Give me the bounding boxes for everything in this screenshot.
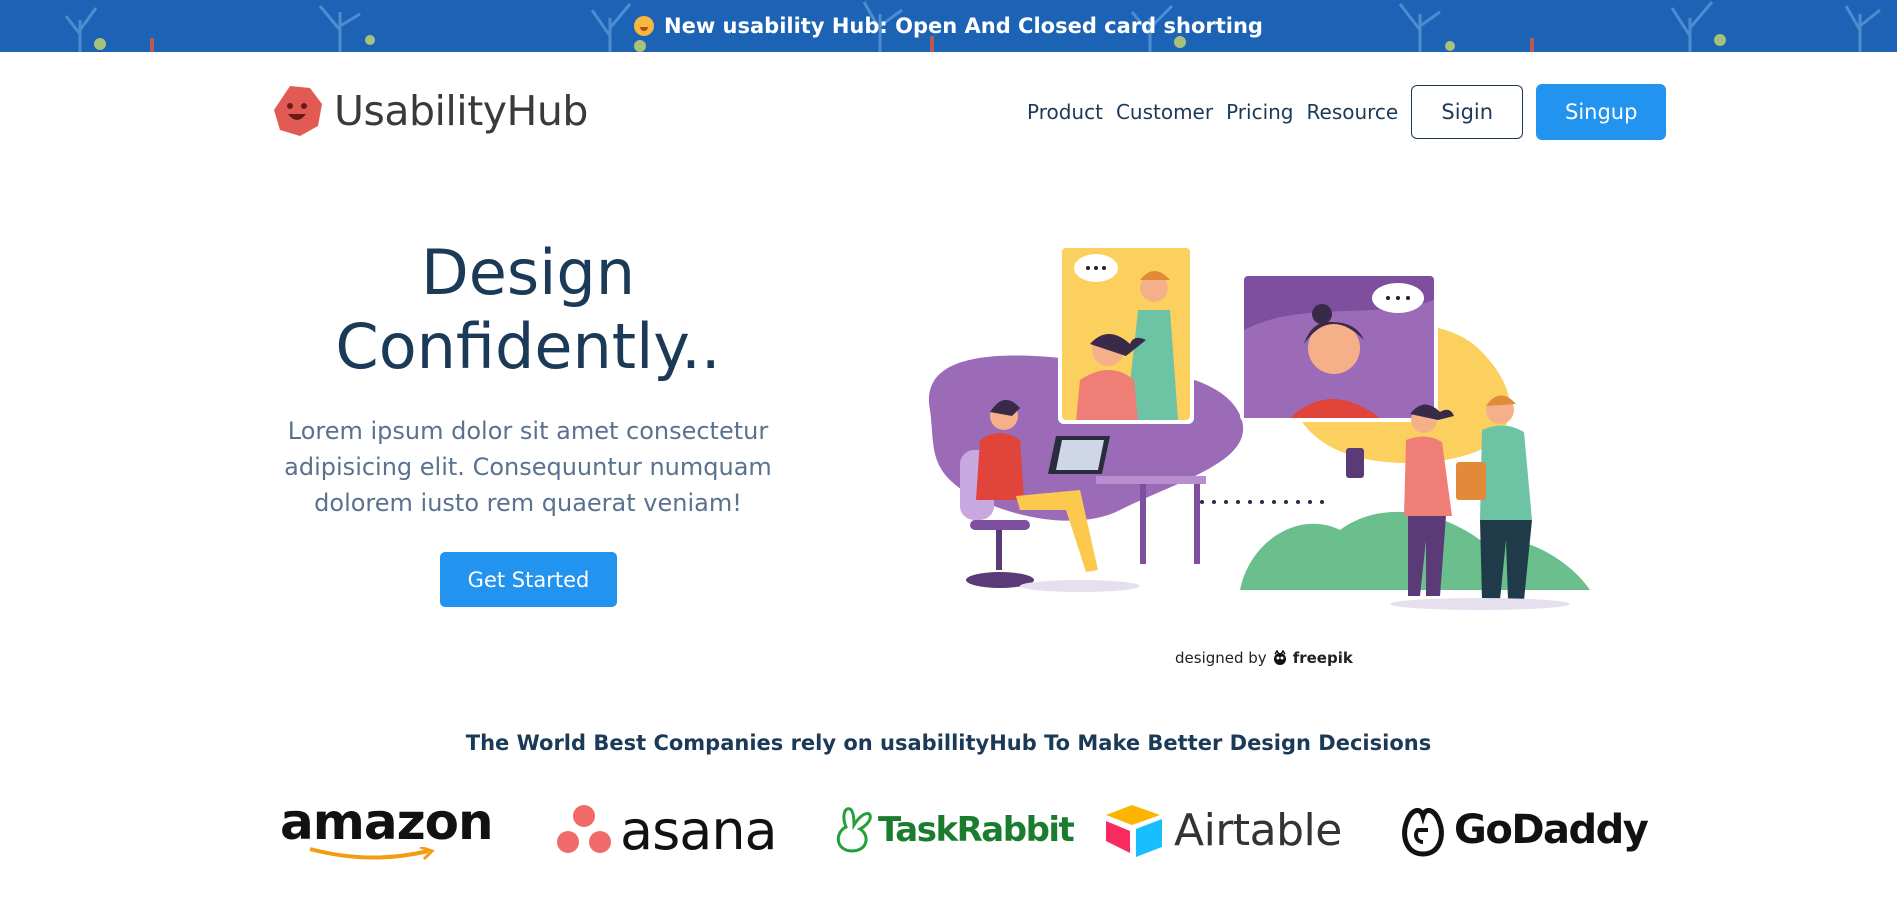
airtable-icon <box>1106 805 1162 857</box>
nav-link-product[interactable]: Product <box>1027 100 1103 124</box>
brand-name: UsabilityHub <box>334 87 588 135</box>
asana-wordmark: asana <box>620 798 778 862</box>
announcement-banner[interactable]: New usability Hub: Open And Closed card … <box>0 0 1897 52</box>
hero-title-line1: Design <box>420 236 636 309</box>
hero-title: Design Confidently.. <box>278 236 778 384</box>
hero-description: Lorem ipsum dolor sit amet consectetur a… <box>284 417 772 517</box>
freepik-logo-icon <box>1273 650 1286 665</box>
signin-button[interactable]: Sigin <box>1411 85 1524 139</box>
video-call-illustration <box>928 244 1590 610</box>
get-started-button[interactable]: Get Started <box>440 552 617 607</box>
credit-prefix: designed by <box>1175 649 1267 667</box>
nav-link-resource[interactable]: Resource <box>1307 100 1399 124</box>
amazon-logo: amazon <box>280 793 494 865</box>
top-nav: Product Customer Pricing Resource Sigin … <box>1027 84 1667 140</box>
amazon-wordmark: amazon <box>280 793 494 851</box>
asana-logo: asana <box>556 795 778 865</box>
brand-logo[interactable]: UsabilityHub <box>272 84 588 138</box>
godaddy-logo: GoDaddy <box>1398 795 1649 865</box>
company-logos: amazon asana TaskRabbit Airtable GoDaddy <box>278 793 1649 865</box>
godaddy-g-icon <box>1402 808 1444 857</box>
hero-title-line2: Confidently.. <box>335 310 721 383</box>
credit-brand: freepik <box>1292 649 1353 667</box>
airtable-logo: Airtable <box>1104 795 1342 865</box>
amazon-smile-icon <box>309 847 435 861</box>
taskrabbit-logo: TaskRabbit <box>830 795 1075 865</box>
nav-link-pricing[interactable]: Pricing <box>1226 100 1293 124</box>
rabbit-icon <box>836 807 872 853</box>
companies-heading: The World Best Companies rely on usabill… <box>465 731 1432 755</box>
announcement-text: New usability Hub: Open And Closed card … <box>664 14 1263 38</box>
illustration-credit[interactable]: designed by freepik <box>1175 649 1353 667</box>
airtable-wordmark: Airtable <box>1174 804 1342 856</box>
godaddy-wordmark: GoDaddy <box>1454 807 1649 853</box>
taskrabbit-wordmark: TaskRabbit <box>878 810 1075 850</box>
nav-link-customer[interactable]: Customer <box>1116 100 1213 124</box>
signup-button[interactable]: Singup <box>1536 84 1667 140</box>
party-face-icon <box>634 16 655 36</box>
asana-dots-icon <box>557 805 611 853</box>
smiley-hexagon-icon <box>274 86 322 136</box>
